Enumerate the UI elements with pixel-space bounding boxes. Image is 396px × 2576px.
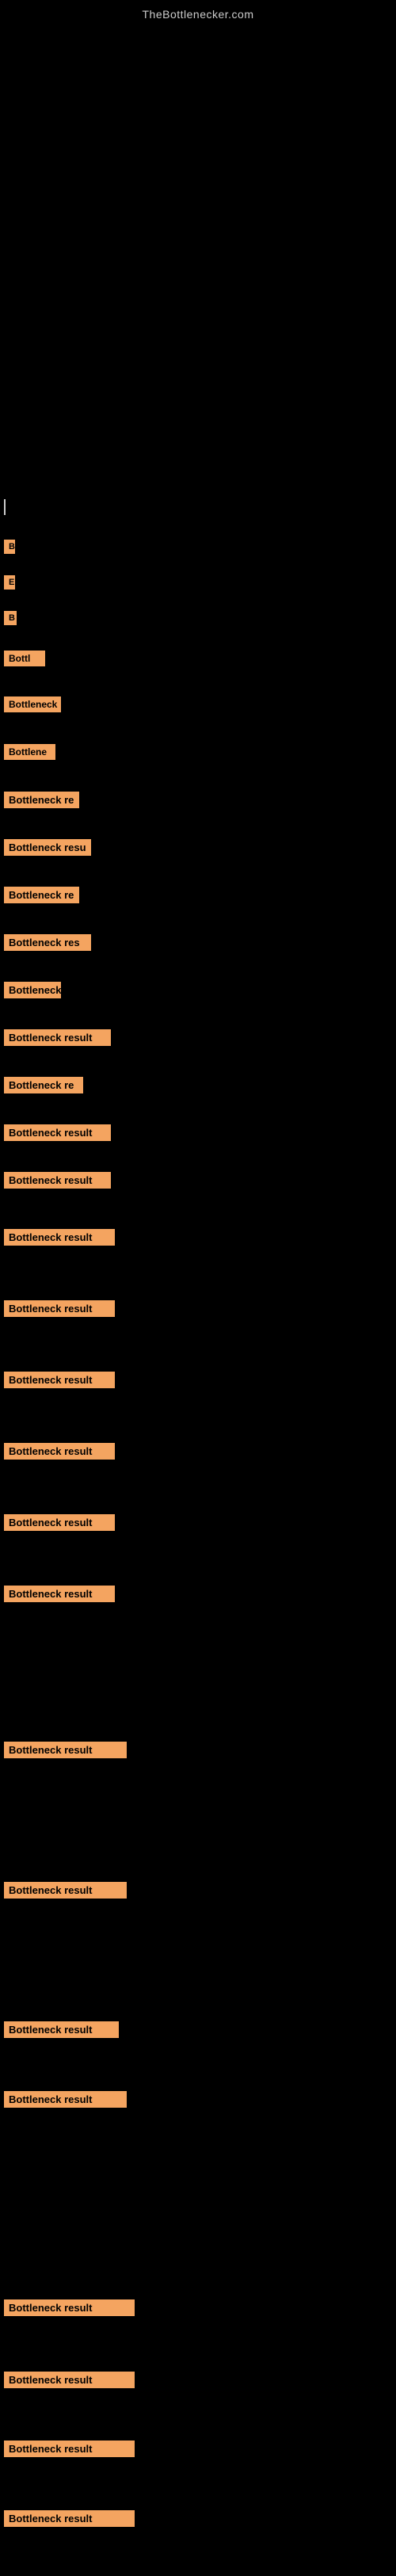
bottleneck-label-11: Bottleneck result — [4, 1029, 111, 1046]
bottleneck-label-15: Bottleneck result — [4, 1229, 115, 1246]
bottleneck-item-24: Bottleneck result — [4, 2091, 127, 2108]
bottleneck-item-20: Bottleneck result — [4, 1586, 115, 1602]
bottleneck-label-23: Bottleneck result — [4, 2021, 119, 2038]
bottleneck-label-10: Bottleneck — [4, 982, 61, 998]
bottleneck-label-24: Bottleneck result — [4, 2091, 127, 2108]
bottleneck-item-12: Bottleneck re — [4, 1077, 83, 1093]
bottleneck-label-13: Bottleneck result — [4, 1124, 111, 1141]
bottleneck-label-14: Bottleneck result — [4, 1172, 111, 1189]
bottleneck-item-11: Bottleneck result — [4, 1029, 111, 1046]
bottleneck-label-17: Bottleneck result — [4, 1372, 115, 1388]
bottleneck-item-26: Bottleneck result — [4, 2372, 135, 2388]
bottleneck-item-9: Bottleneck res — [4, 934, 91, 951]
bottleneck-label-22: Bottleneck result — [4, 1882, 127, 1899]
bottleneck-label-2: B — [4, 611, 17, 625]
bottleneck-items-container: B E B Bottl Bottleneck Bottlene Bottleneck re B… — [0, 516, 396, 2576]
bottleneck-item-4: Bottleneck — [4, 696, 61, 712]
bottleneck-label-18: Bottleneck result — [4, 1443, 115, 1460]
bottleneck-label-0: B — [4, 540, 15, 554]
bottleneck-item-25: Bottleneck result — [4, 2299, 135, 2316]
bottleneck-item-15: Bottleneck result — [4, 1229, 115, 1246]
bottleneck-label-21: Bottleneck result — [4, 1742, 127, 1758]
bottleneck-item-5: Bottlene — [4, 744, 55, 760]
site-title: TheBottlenecker.com — [0, 0, 396, 25]
bottleneck-item-17: Bottleneck result — [4, 1372, 115, 1388]
bottleneck-label-3: Bottl — [4, 651, 45, 666]
bottleneck-item-3: Bottl — [4, 651, 45, 666]
bottleneck-item-16: Bottleneck result — [4, 1300, 115, 1317]
bottleneck-item-23: Bottleneck result — [4, 2021, 119, 2038]
bottleneck-label-25: Bottleneck result — [4, 2299, 135, 2316]
bottleneck-label-27: Bottleneck result — [4, 2441, 135, 2457]
bottleneck-item-22: Bottleneck result — [4, 1882, 127, 1899]
bottleneck-item-27: Bottleneck result — [4, 2441, 135, 2457]
chart-area — [0, 25, 396, 516]
bottleneck-label-4: Bottleneck — [4, 696, 61, 712]
bottleneck-item-2: B — [4, 611, 17, 625]
bottleneck-item-6: Bottleneck re — [4, 792, 79, 808]
bottleneck-item-28: Bottleneck result — [4, 2510, 135, 2527]
bottleneck-item-8: Bottleneck re — [4, 887, 79, 903]
bottleneck-label-16: Bottleneck result — [4, 1300, 115, 1317]
bottleneck-item-18: Bottleneck result — [4, 1443, 115, 1460]
bottleneck-item-0: B — [4, 540, 15, 554]
bottleneck-item-1: E — [4, 575, 15, 590]
bottleneck-label-12: Bottleneck re — [4, 1077, 83, 1093]
bottleneck-label-5: Bottlene — [4, 744, 55, 760]
bottleneck-label-28: Bottleneck result — [4, 2510, 135, 2527]
bottleneck-label-26: Bottleneck result — [4, 2372, 135, 2388]
bottleneck-label-19: Bottleneck result — [4, 1514, 115, 1531]
bottleneck-label-8: Bottleneck re — [4, 887, 79, 903]
bottleneck-item-13: Bottleneck result — [4, 1124, 111, 1141]
bottleneck-label-9: Bottleneck res — [4, 934, 91, 951]
bottleneck-label-6: Bottleneck re — [4, 792, 79, 808]
bottleneck-item-10: Bottleneck — [4, 982, 61, 998]
bottleneck-item-14: Bottleneck result — [4, 1172, 111, 1189]
bottleneck-item-7: Bottleneck resu — [4, 839, 91, 856]
bottleneck-item-19: Bottleneck result — [4, 1514, 115, 1531]
bottleneck-label-7: Bottleneck resu — [4, 839, 91, 856]
bottleneck-label-1: E — [4, 575, 15, 590]
bottleneck-item-21: Bottleneck result — [4, 1742, 127, 1758]
bottleneck-label-20: Bottleneck result — [4, 1586, 115, 1602]
cursor-line — [4, 499, 6, 515]
